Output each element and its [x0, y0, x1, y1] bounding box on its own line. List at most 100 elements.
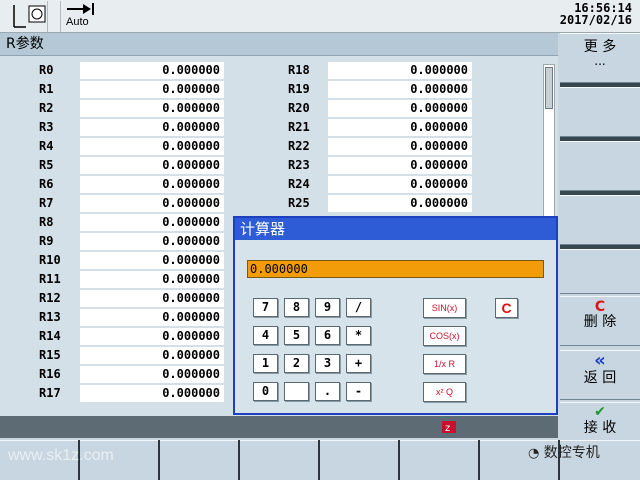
reciprocal-button[interactable]: 1/x R: [423, 354, 466, 374]
param-value-field[interactable]: 0.000000: [80, 252, 224, 269]
param-value-field[interactable]: 0.000000: [80, 214, 224, 231]
calc-key[interactable]: 0: [253, 382, 278, 401]
param-value-field[interactable]: 0.000000: [80, 309, 224, 326]
param-value-field[interactable]: 0.000000: [80, 157, 224, 174]
param-row: R24 0.000000: [288, 176, 478, 194]
h-softkey-4[interactable]: [240, 440, 318, 480]
softkey-2[interactable]: [560, 87, 640, 137]
param-value-field[interactable]: 0.000000: [328, 81, 472, 98]
accept-button[interactable]: ✔ 接 收: [560, 402, 640, 442]
calc-key[interactable]: 7: [253, 298, 278, 317]
param-value-field[interactable]: 0.000000: [80, 328, 224, 345]
delete-icon: C: [594, 299, 606, 315]
calc-key[interactable]: /: [346, 298, 371, 317]
param-value-field[interactable]: 0.000000: [80, 233, 224, 250]
calc-key[interactable]: [284, 382, 309, 401]
param-row: R0 0.000000: [39, 62, 229, 80]
param-value-field[interactable]: 0.000000: [328, 100, 472, 117]
param-value-field[interactable]: 0.000000: [80, 347, 224, 364]
param-label: R24: [288, 177, 310, 191]
param-value-field[interactable]: 0.000000: [80, 100, 224, 117]
more-button[interactable]: 更 多 ...: [560, 33, 640, 83]
param-label: R12: [39, 291, 61, 305]
delete-label: 删 除: [583, 314, 617, 330]
calculator-title: 计算器: [235, 218, 556, 240]
calc-key[interactable]: .: [315, 382, 340, 401]
calculator-display[interactable]: 0.000000: [247, 260, 544, 278]
sin-button[interactable]: SIN(x): [423, 298, 466, 318]
param-label: R16: [39, 367, 61, 381]
h-softkey-6[interactable]: [400, 440, 478, 480]
header-bar: Auto 16:56:14 2017/02/16: [0, 0, 640, 33]
calc-key[interactable]: -: [346, 382, 371, 401]
param-value-field[interactable]: 0.000000: [80, 176, 224, 193]
wechat-icon: ◔: [528, 446, 540, 461]
param-label: R5: [39, 158, 54, 172]
calc-key[interactable]: 1: [253, 354, 278, 373]
cos-button[interactable]: COS(x): [423, 326, 466, 346]
param-label: R3: [39, 120, 54, 134]
param-value-field[interactable]: 0.000000: [328, 195, 472, 212]
softkey-4[interactable]: [560, 195, 640, 245]
param-value-field[interactable]: 0.000000: [80, 195, 224, 212]
calc-key[interactable]: 8: [284, 298, 309, 317]
param-row: R13 0.000000: [39, 309, 229, 327]
accept-label: 接 收: [583, 420, 617, 436]
param-row: R19 0.000000: [288, 81, 478, 99]
softkey-3[interactable]: [560, 141, 640, 191]
param-row: R9 0.000000: [39, 233, 229, 251]
param-label: R8: [39, 215, 54, 229]
param-value-field[interactable]: 0.000000: [80, 385, 224, 402]
param-value-field[interactable]: 0.000000: [80, 62, 224, 79]
param-row: R22 0.000000: [288, 138, 478, 156]
calc-key[interactable]: 9: [315, 298, 340, 317]
param-value-field[interactable]: 0.000000: [328, 176, 472, 193]
more-ellipsis: ...: [594, 54, 606, 68]
param-row: R10 0.000000: [39, 252, 229, 270]
param-label: R23: [288, 158, 310, 172]
param-row: R12 0.000000: [39, 290, 229, 308]
delete-button[interactable]: C 删 除: [560, 296, 640, 346]
param-value-field[interactable]: 0.000000: [80, 81, 224, 98]
param-value-field[interactable]: 0.000000: [80, 138, 224, 155]
softkey-5[interactable]: [560, 249, 640, 294]
calc-key[interactable]: +: [346, 354, 371, 373]
param-row: R4 0.000000: [39, 138, 229, 156]
param-row: R11 0.000000: [39, 271, 229, 289]
param-value-field[interactable]: 0.000000: [80, 119, 224, 136]
param-row: R8 0.000000: [39, 214, 229, 232]
scroll-thumb[interactable]: [545, 67, 553, 109]
calc-key[interactable]: 4: [253, 326, 278, 345]
h-softkey-5[interactable]: [320, 440, 398, 480]
date: 2017/02/16: [559, 13, 632, 27]
back-button[interactable]: « 返 回: [560, 350, 640, 400]
more-label: 更 多: [583, 39, 617, 55]
param-label: R25: [288, 196, 310, 210]
param-value-field[interactable]: 0.000000: [80, 290, 224, 307]
param-label: R13: [39, 310, 61, 324]
clear-button[interactable]: C: [495, 298, 518, 318]
back-icon: «: [594, 350, 606, 371]
calculator-dialog: 计算器 0.000000 7 8 9 / 4 5 6 * 1 2 3 +0. - C SIN(x) CO…: [233, 216, 558, 415]
calc-key[interactable]: 5: [284, 326, 309, 345]
square-button[interactable]: x² Q: [423, 382, 466, 402]
h-softkey-3[interactable]: [160, 440, 238, 480]
clock: 16:56:14 2017/02/16: [560, 2, 632, 26]
param-value-field[interactable]: 0.000000: [80, 366, 224, 383]
param-label: R4: [39, 139, 54, 153]
calc-key[interactable]: 2: [284, 354, 309, 373]
calc-key[interactable]: *: [346, 326, 371, 345]
param-label: R19: [288, 82, 310, 96]
param-value-field[interactable]: 0.000000: [328, 138, 472, 155]
param-value-field[interactable]: 0.000000: [80, 271, 224, 288]
param-row: R6 0.000000: [39, 176, 229, 194]
mode-label: Auto: [66, 16, 89, 28]
param-label: R1: [39, 82, 54, 96]
param-value-field[interactable]: 0.000000: [328, 62, 472, 79]
param-row: R1 0.000000: [39, 81, 229, 99]
calc-key[interactable]: 6: [315, 326, 340, 345]
param-value-field[interactable]: 0.000000: [328, 119, 472, 136]
param-value-field[interactable]: 0.000000: [328, 157, 472, 174]
calc-key[interactable]: 3: [315, 354, 340, 373]
param-row: R16 0.000000: [39, 366, 229, 384]
